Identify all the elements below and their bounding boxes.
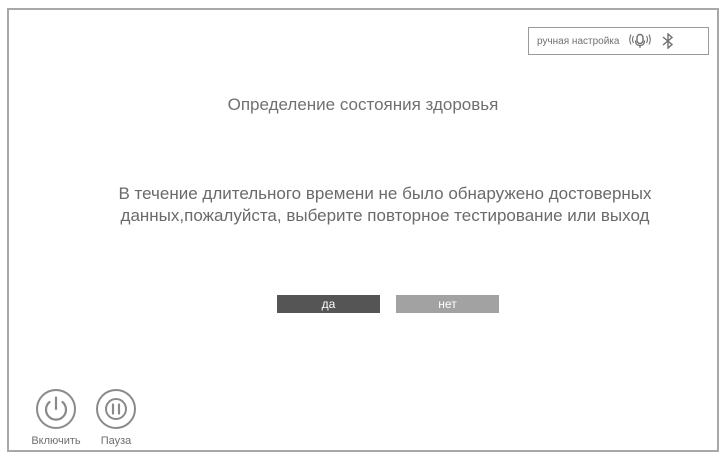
info-message: В течение длительного времени не было об… xyxy=(60,183,710,227)
microphone-icon[interactable] xyxy=(629,33,652,49)
yes-button[interactable]: да xyxy=(277,295,380,313)
info-message-line-2: данных,пожалуйста, выберите повторное те… xyxy=(120,206,650,225)
status-bar: ручная настройка xyxy=(528,27,709,55)
power-button[interactable]: Включить xyxy=(29,388,83,447)
bluetooth-icon[interactable] xyxy=(661,33,675,49)
device-screen-frame xyxy=(7,8,719,452)
no-button[interactable]: нет xyxy=(396,295,499,313)
info-message-line-1: В течение длительного времени не было об… xyxy=(118,184,652,203)
mode-label: ручная настройка xyxy=(537,35,620,47)
power-label: Включить xyxy=(31,435,81,447)
page-title: Определение состояния здоровья xyxy=(227,95,499,114)
pause-button[interactable]: Пауза xyxy=(89,388,143,447)
pause-label: Пауза xyxy=(100,435,132,447)
pause-icon xyxy=(96,389,136,429)
power-icon xyxy=(36,389,76,429)
